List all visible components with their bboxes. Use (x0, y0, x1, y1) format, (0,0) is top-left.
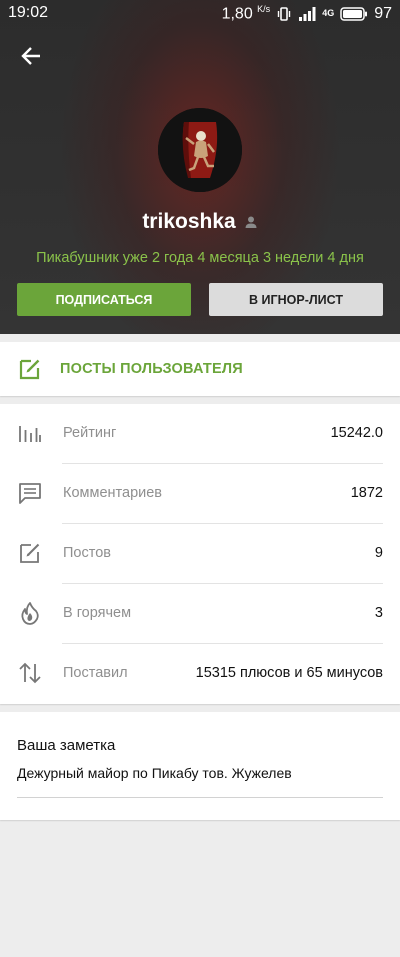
user-posts-link[interactable]: ПОСТЫ ПОЛЬЗОВАТЕЛЯ (0, 342, 400, 396)
network-type: 4G (322, 8, 335, 19)
stat-row-hot: В горячем 3 (0, 584, 400, 644)
bar-chart-icon (19, 426, 41, 442)
flame-icon (21, 602, 39, 625)
profile-header: 19:02 1,80 K/s 4G 97 trikoshka Пикабушни… (0, 0, 400, 334)
note-underline (17, 797, 383, 798)
stat-value: 9 (374, 545, 383, 561)
status-time: 19:02 (8, 4, 49, 21)
stat-label: Поставил (63, 665, 128, 681)
stat-value: 1872 (350, 485, 383, 501)
subscribe-button[interactable]: ПОДПИСАТЬСЯ (17, 283, 191, 316)
tenure-text: Пикабушник уже 2 года 4 месяца 3 недели … (36, 250, 364, 266)
edit-icon (19, 359, 40, 380)
stat-value: 15242.0 (330, 425, 383, 441)
note-title: Ваша заметка (17, 737, 116, 754)
battery-icon (340, 6, 368, 21)
note-text-field[interactable]: Дежурный майор по Пикабу тов. Жужелев (17, 765, 292, 781)
back-button[interactable] (16, 40, 48, 72)
status-icons: 1,80 K/s 4G 97 (222, 4, 392, 23)
username-row: trikoshka (0, 210, 400, 234)
arrow-left-icon (21, 47, 40, 65)
stat-row-votes: Поставил 15315 плюсов и 65 минусов (0, 644, 400, 704)
username: trikoshka (142, 210, 236, 233)
stat-label: Комментариев (63, 485, 162, 501)
ignore-list-button[interactable]: В ИГНОР-ЛИСТ (209, 283, 383, 316)
stat-value: 3 (374, 605, 383, 621)
network-speed: 1,80 K/s (221, 4, 271, 23)
user-posts-label: ПОСТЫ ПОЛЬЗОВАТЕЛЯ (60, 361, 243, 377)
avatar[interactable] (158, 108, 242, 192)
comment-icon (19, 483, 41, 504)
stat-value: 15315 плюсов и 65 минусов (195, 665, 383, 681)
vibrate-icon (277, 6, 291, 21)
stats-card: Рейтинг 15242.0 Комментариев 1872 Постов… (0, 404, 400, 704)
battery-level: 97 (374, 4, 392, 22)
stat-row-rating: Рейтинг 15242.0 (0, 404, 400, 464)
stat-label: Рейтинг (63, 425, 117, 441)
person-icon (245, 216, 257, 228)
edit-icon (20, 543, 40, 563)
stat-row-comments: Комментариев 1872 (0, 464, 400, 524)
swap-vertical-icon (19, 662, 41, 684)
stat-row-posts: Постов 9 (0, 524, 400, 584)
avatar-image (158, 108, 242, 192)
status-bar: 19:02 1,80 K/s 4G 97 (0, 0, 400, 26)
stat-label: В горячем (63, 605, 132, 621)
stat-label: Постов (63, 545, 111, 561)
signal-icon (299, 6, 316, 21)
